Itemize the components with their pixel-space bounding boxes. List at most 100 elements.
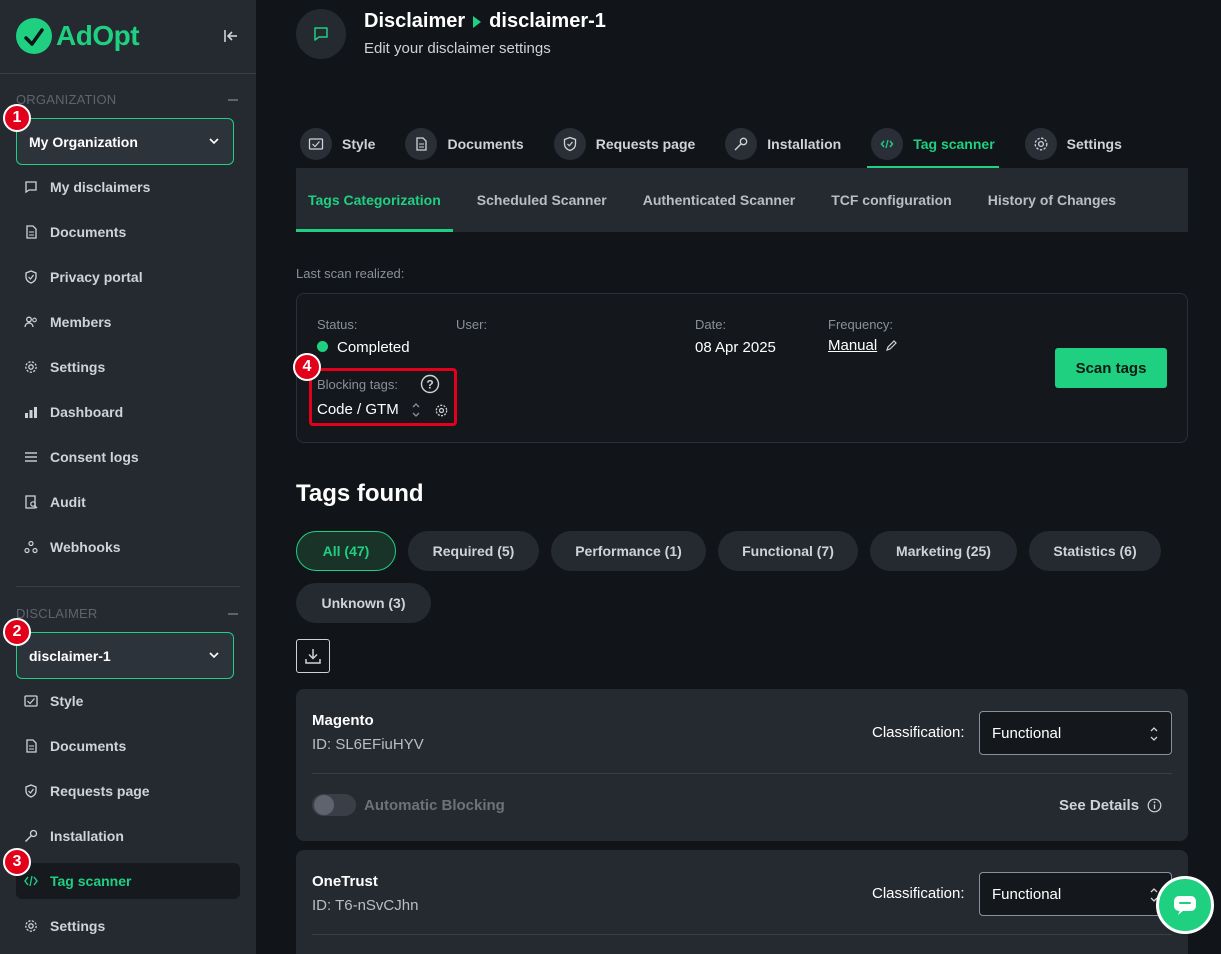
sidebar-item-my-disclaimers[interactable]: My disclaimers [16,169,240,205]
filter-chip-unknown[interactable]: Unknown (3) [296,583,431,623]
chat-support-button[interactable] [1156,876,1214,934]
tag-card: Magento ID: SL6EFiuHYV Classification: F… [296,689,1188,841]
see-details-label: See Details [1059,797,1140,814]
download-icon [305,649,321,664]
disclaimer-selector[interactable]: disclaimer-1 [16,632,234,679]
adopt-logo[interactable]: AdOpt [16,18,140,54]
header-chat-icon [296,9,346,59]
sidebar-item-documents[interactable]: Documents [16,214,240,250]
tab-label: Tag scanner [913,135,995,152]
sidebar-item-label: Style [50,693,84,709]
sidebar-item-requests-page[interactable]: Requests page [16,773,240,809]
tab-style[interactable]: Style [296,119,379,168]
sidebar-item-label: Audit [50,494,86,510]
sidebar-item-dashboard[interactable]: Dashboard [16,394,240,430]
document-icon [26,739,37,753]
chevron-down-icon [209,652,219,659]
download-button[interactable] [296,639,330,673]
tab-label: Installation [767,135,842,152]
sidebar-item-installation[interactable]: Installation [16,818,240,854]
tab-requests-page[interactable]: Requests page [550,119,700,168]
shield-icon [553,127,586,160]
tab-tag-scanner[interactable]: Tag scanner [867,119,1000,169]
tab-label: Documents [447,135,524,152]
subtab-tcf-configuration[interactable]: TCF configuration [819,168,964,232]
tab-settings[interactable]: Settings [1021,119,1126,168]
filter-chip-required[interactable]: Required (5) [408,531,539,571]
page-title-name: disclaimer-1 [489,10,606,32]
style-icon [300,127,332,160]
sidebar-item-label: Tag scanner [50,873,132,889]
classification-value: Functional [992,724,1062,742]
sidebar-item-label: Settings [50,359,106,375]
sidebar-item-style[interactable]: Style [16,683,240,719]
subtab-scheduled-scanner[interactable]: Scheduled Scanner [465,168,619,232]
webhook-icon [24,540,38,554]
tag-id: ID: SL6EFiuHYV [312,736,424,753]
filter-chip-all[interactable]: All (47) [296,531,396,571]
sidebar-item-settings[interactable]: Settings [16,349,240,385]
step-badge: 3 [3,848,31,876]
filter-chip-marketing[interactable]: Marketing (25) [870,531,1017,571]
collapse-sidebar-icon[interactable] [222,27,240,45]
filter-chip-performance[interactable]: Performance (1) [551,531,706,571]
style-icon [24,695,38,707]
sidebar-item-label: Members [50,314,112,330]
list-icon [25,452,37,462]
tag-name: Magento [312,712,374,729]
chevron-down-icon [209,138,219,145]
blocking-tags-highlight [309,368,457,426]
updown-arrows-icon [1150,727,1158,741]
sidebar-item-label: Consent logs [50,449,139,465]
sidebar-item-webhooks[interactable]: Webhooks [16,529,240,565]
org-section-collapse-icon[interactable] [228,99,238,101]
filter-chip-functional[interactable]: Functional (7) [718,531,858,571]
classification-select[interactable]: Functional [979,872,1172,916]
disclaimer-section-collapse-icon[interactable] [228,613,238,615]
subtab-tags-categorization[interactable]: Tags Categorization [296,168,453,232]
org-selector[interactable]: My Organization [16,118,234,165]
shield-icon [25,270,37,284]
sidebar-item-consent-logs[interactable]: Consent logs [16,439,240,475]
edit-pencil-icon[interactable] [885,339,898,352]
subtab-authenticated-scanner[interactable]: Authenticated Scanner [631,168,807,232]
subtab-history-of-changes[interactable]: History of Changes [976,168,1128,232]
automatic-blocking-toggle[interactable] [312,794,356,816]
classification-value: Functional [992,885,1062,903]
gear-icon [25,920,37,932]
tab-installation[interactable]: Installation [721,119,845,168]
see-details-link[interactable]: See Details [1059,797,1162,814]
classification-select[interactable]: Functional [979,711,1172,755]
document-icon [405,127,438,160]
chat-icon [25,181,37,194]
tags-found-title: Tags found [296,480,424,507]
sidebar-item-privacy-portal[interactable]: Privacy portal [16,259,240,295]
status-text: Completed [337,339,410,356]
date-label: Date: [695,317,727,332]
main-content: Disclaimer disclaimer-1 Edit your discla… [256,0,1221,954]
chat-bubble-icon [1174,896,1196,915]
sidebar-item-members[interactable]: Members [16,304,240,340]
scan-tags-button[interactable]: Scan tags [1055,348,1167,388]
tab-label: Style [342,135,376,152]
sidebar-item-tag-scanner[interactable]: Tag scanner [16,863,240,899]
frequency-link[interactable]: Manual [828,337,877,354]
sidebar-item-label: Webhooks [50,539,121,555]
sidebar-item-documents[interactable]: Documents [16,728,240,764]
org-section-label: ORGANIZATION [16,92,117,107]
sidebar-divider [0,73,256,74]
sidebar-item-audit[interactable]: Audit [16,484,240,520]
gear-icon [1024,127,1057,160]
date-value: 08 Apr 2025 [695,339,776,356]
sidebar-divider [16,586,240,587]
gear-icon [25,361,37,373]
tag-id: ID: T6-nSvCJhn [312,897,419,914]
status-value: Completed [317,339,410,356]
card-divider [312,934,1172,935]
document-icon [26,225,37,239]
tab-documents[interactable]: Documents [401,119,527,168]
sidebar-item-settings[interactable]: Settings [16,908,240,944]
code-icon [871,127,904,160]
step-badge: 2 [3,618,31,646]
filter-chip-statistics[interactable]: Statistics (6) [1029,531,1161,571]
